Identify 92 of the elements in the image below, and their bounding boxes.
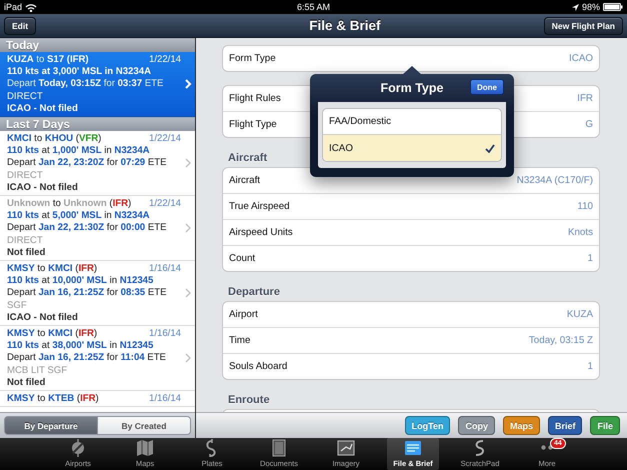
imagery-icon: [337, 439, 355, 457]
field-label: Souls Aboard: [229, 361, 288, 372]
popover-arrow: [402, 66, 422, 75]
field-value[interactable]: 1: [588, 253, 593, 264]
flight-departure: Depart Jan 22, 23:20Z for 07:29 ETE: [7, 157, 166, 170]
filing-status: ICAO - Not filed: [7, 312, 78, 324]
section-header: Today: [0, 38, 195, 52]
field-label: Flight Type: [229, 119, 277, 130]
flight-date: 1/16/14: [148, 263, 181, 276]
flight-speed-altitude: 110 kts at 3,000' MSL in N3234A: [7, 66, 151, 78]
flight-date: 1/22/14: [148, 54, 181, 66]
flight-route: KUZA to S17 (IFR): [7, 54, 89, 66]
checkmark-icon: [485, 144, 495, 152]
option-row[interactable]: ICAO: [323, 135, 501, 161]
flight-plan-row[interactable]: KMSY to KTEB (IFR) 1/16/14: [0, 391, 195, 408]
flight-departure: Depart Jan 16, 21:25Z for 11:04 ETE: [7, 352, 166, 365]
flight-speed-altitude: 110 kts at 38,000' MSL in N12345: [7, 340, 154, 352]
wifi-icon: [25, 2, 38, 12]
done-button[interactable]: Done: [470, 79, 504, 95]
location-arrow-icon: [572, 4, 579, 10]
flight-departure: Depart Today, 03:15Z for 03:37 ETE: [7, 78, 164, 91]
flight-date: 1/16/14: [148, 328, 181, 340]
field-value[interactable]: KUZA: [566, 309, 593, 320]
flight-plan-row[interactable]: Unknown to Unknown (IFR) 110 kts at 5,000' MSL in N3234A Depart Jan 22, 21:30Z for 00:00 ETE DIRECT Not filed 1/22/14: [0, 196, 195, 262]
flight-speed-altitude: 110 kts at 10,000' MSL in N12345: [7, 275, 154, 288]
flight-speed-altitude: 110 kts at 5,000' MSL in N3234A: [7, 210, 150, 222]
chevron-right-icon: [185, 223, 192, 234]
flight-route-text: MCB LIT SGF: [7, 364, 68, 377]
new-flight-plan-button[interactable]: New Flight Plan: [544, 16, 623, 34]
flight-route-text: SGF: [7, 300, 27, 312]
map-icon: [136, 439, 154, 457]
battery-percent: 98%: [582, 2, 600, 12]
flight-route: KMCI to KHOU (VFR): [7, 133, 102, 146]
field-label: Time: [229, 335, 250, 346]
field-value[interactable]: 1: [588, 361, 593, 372]
field-label: Airport: [229, 309, 258, 320]
section-header: Aircraft: [227, 151, 268, 166]
field-label: Flight Rules: [229, 93, 281, 104]
field-value[interactable]: Today, 03:15 Z: [528, 335, 593, 346]
flight-plan-row[interactable]: KUZA to S17 (IFR) 110 kts at 3,000' MSL in N3234A Depart Today, 03:15Z for 03:37 ETE DIRECT ICAO - Not filed 1/22/14: [0, 52, 195, 118]
section-header: Enroute: [227, 393, 271, 408]
battery-icon: [602, 3, 623, 11]
filing-status: Not filed: [7, 246, 46, 260]
flight-plan-row[interactable]: KMCI to KHOU (VFR) 110 kts at 1,000' MSL in N3234A Depart Jan 22, 23:20Z for 07:29 ETE DIRECT ICAO - Not filed 1/22/14: [0, 131, 195, 196]
device-name: iPad: [4, 2, 22, 12]
field-label: Form Type: [229, 53, 276, 64]
field-label: Airspeed Units: [229, 227, 293, 238]
flight-speed-altitude: 110 kts at 1,000' MSL in N3234A: [7, 145, 150, 158]
field-value[interactable]: IFR: [577, 93, 593, 104]
field-label: True Airspeed: [229, 201, 290, 212]
toolbar-button[interactable]: File: [590, 416, 620, 435]
toolbar-button[interactable]: Brief: [548, 416, 582, 435]
form-icon: [404, 439, 422, 457]
field-value[interactable]: ICAO: [569, 53, 593, 64]
flight-plan-row[interactable]: KMSY to KMCI (IFR) 110 kts at 10,000' MSL in N12345 Depart Jan 16, 21:25Z for 08:35 ETE SGF ICAO - Not filed 1/16/14: [0, 261, 195, 326]
filing-status: ICAO - Not filed: [7, 182, 78, 194]
flight-route-text: DIRECT: [7, 170, 43, 182]
flight-route: KMSY to KTEB (IFR): [7, 393, 99, 406]
section-header: Last 7 Days: [0, 117, 195, 132]
airport-icon: [69, 439, 87, 457]
flight-plan-row[interactable]: KMSY to KMCI (IFR) 110 kts at 38,000' MSL in N12345 Depart Jan 16, 21:25Z for 11:04 ETE MCB LIT SGF Not filed 1/16/14: [0, 326, 195, 392]
flight-departure: Depart Jan 16, 21:25Z for 08:35 ETE: [7, 287, 166, 300]
flight-route-text: DIRECT: [7, 90, 43, 103]
flight-date: 1/16/14: [148, 393, 181, 406]
document-icon: [270, 439, 288, 457]
field-label: Aircraft: [229, 175, 260, 186]
edit-button[interactable]: Edit: [4, 17, 36, 35]
chevron-right-icon: [185, 353, 192, 364]
chevron-right-icon: [185, 288, 192, 298]
clock-time: 6:55 AM: [296, 2, 330, 12]
field-value[interactable]: G: [585, 119, 593, 130]
chevron-right-icon: [185, 158, 192, 168]
flight-route: KMSY to KMCI (IFR): [7, 263, 98, 276]
more-icon: [541, 445, 553, 450]
sort-segment[interactable]: By Departure: [4, 416, 98, 435]
flight-route-text: DIRECT: [7, 234, 43, 247]
flight-date: 1/22/14: [148, 133, 181, 146]
screen-title: File & Brief: [308, 18, 382, 33]
field-value[interactable]: N3234A (C170/F): [516, 175, 593, 186]
flight-departure: Depart Jan 22, 21:30Z for 00:00 ETE: [7, 222, 166, 235]
section-header: Departure: [227, 285, 281, 300]
field-value[interactable]: 110: [577, 201, 593, 212]
field-label: Count: [229, 253, 256, 264]
chevron-right-icon: [185, 79, 192, 89]
flight-route: Unknown to Unknown (IFR): [7, 198, 132, 210]
popover-title: Form Type: [380, 81, 444, 95]
sort-segment[interactable]: By Created: [98, 416, 191, 435]
filing-status: ICAO - Not filed: [7, 102, 78, 116]
field-value[interactable]: Knots: [568, 227, 593, 238]
flight-route: KMSY to KMCI (IFR): [7, 328, 98, 340]
flight-date: 1/22/14: [148, 198, 181, 210]
filing-status: Not filed: [7, 376, 46, 390]
